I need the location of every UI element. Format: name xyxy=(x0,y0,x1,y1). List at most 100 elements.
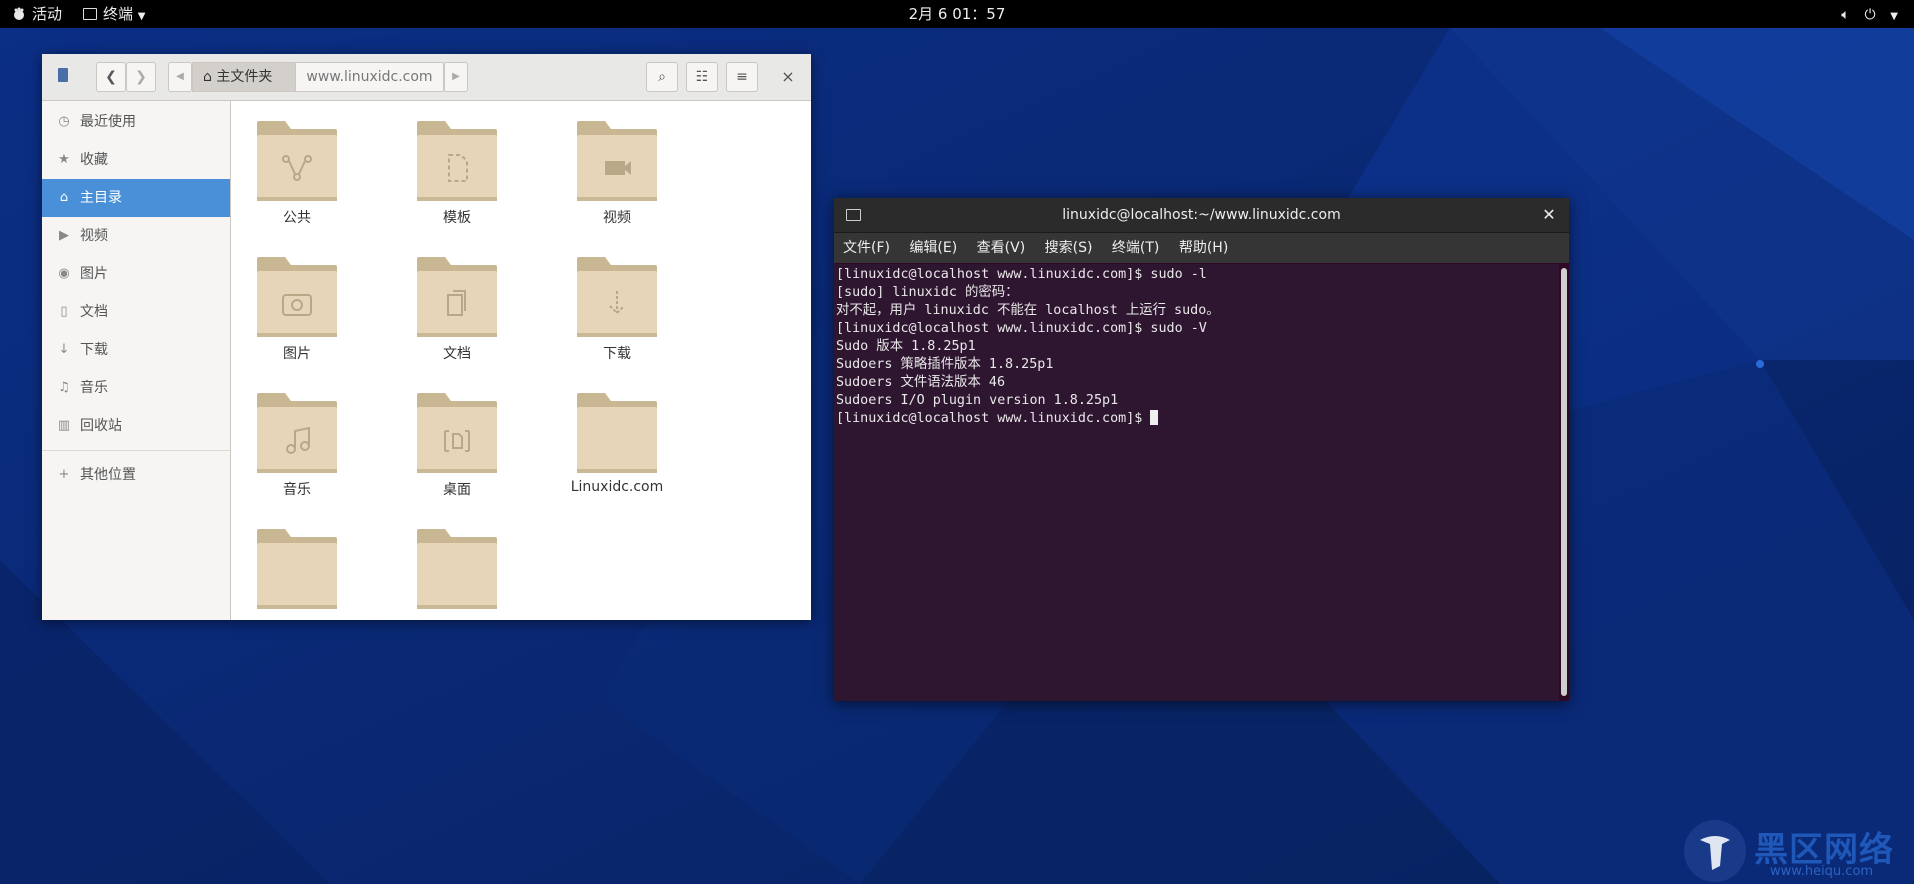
breadcrumb-home[interactable]: ⌂ 主文件夹 xyxy=(192,62,296,92)
sidebar-item-label: 回收站 xyxy=(80,418,122,434)
sidebar-item-label: 视频 xyxy=(80,228,108,244)
folder-icon xyxy=(257,257,337,337)
sidebar-item-video[interactable]: ▶ 视频 xyxy=(42,217,230,255)
sidebar-item-document[interactable]: ▯ 文档 xyxy=(42,293,230,331)
menu-terminal[interactable]: 终端(T) xyxy=(1112,240,1159,256)
search-button[interactable]: ⌕ xyxy=(646,62,678,92)
terminal-output[interactable]: [linuxidc@localhost www.linuxidc.com]$ s… xyxy=(834,264,1559,701)
menu-view[interactable]: 查看(V) xyxy=(977,240,1026,256)
folder-icon xyxy=(417,393,497,473)
folder-label: 模板 xyxy=(443,210,471,226)
watermark-url: www.heiqu.com xyxy=(1770,864,1874,879)
folder-icon xyxy=(257,529,337,609)
terminal-titlebar[interactable]: linuxidc@localhost:~/www.linuxidc.com ✕ xyxy=(834,198,1569,233)
folder-videos[interactable]: 视频 xyxy=(551,105,671,226)
places-sidebar: ◷ 最近使用 ★ 收藏 ⌂ 主目录 ▶ 视频 ◉ 图片 ▯ 文档 ↓ 下载 ♫ 音乐 ▥ 回收站 + 其他位置 xyxy=(42,101,231,620)
sidebar-item-home[interactable]: ⌂ 主目录 xyxy=(42,179,230,217)
file-manager-window: ❮ ❯ ◀ ⌂ 主文件夹 www.linuxidc.com ▶ ⌕ ☷ ≡ × … xyxy=(42,54,811,620)
menu-button[interactable]: ≡ xyxy=(726,62,758,92)
clock[interactable]: 2月 6 01：57 xyxy=(0,0,1914,28)
home-icon: ⌂ xyxy=(59,190,69,205)
folder-label: 图片 xyxy=(283,346,311,362)
sidebar-item-label: 音乐 xyxy=(80,380,108,396)
folder-music[interactable]: 音乐 xyxy=(231,377,351,498)
breadcrumb-sub[interactable]: www.linuxidc.com xyxy=(296,62,444,92)
terminal-scrollbar[interactable] xyxy=(1561,268,1567,696)
folder-label: 桌面 xyxy=(443,482,471,498)
sidebar-item-clock[interactable]: ◷ 最近使用 xyxy=(42,103,230,141)
clock-icon: ◷ xyxy=(58,114,70,129)
terminal-menubar: 文件(F) 编辑(E) 查看(V) 搜索(S) 终端(T) 帮助(H) xyxy=(834,233,1569,263)
watermark: 黑区网络 www.heiqu.com xyxy=(1682,818,1914,884)
sidebar-item-other-places[interactable]: + 其他位置 xyxy=(42,456,230,494)
camera-icon: ◉ xyxy=(58,266,70,281)
sidebar-item-trash[interactable]: ▥ 回收站 xyxy=(42,407,230,445)
folder-downloads[interactable]: 下载 xyxy=(551,241,671,362)
terminal-window: linuxidc@localhost:~/www.linuxidc.com ✕ … xyxy=(834,198,1569,701)
document-icon: ▯ xyxy=(60,304,68,319)
folder-desktop[interactable]: 桌面 xyxy=(391,377,511,498)
sidebar-item-music[interactable]: ♫ 音乐 xyxy=(42,369,230,407)
terminal-prompt: [linuxidc@localhost www.linuxidc.com]$ xyxy=(836,411,1151,426)
trash-icon: ▥ xyxy=(57,418,71,433)
power-icon: ⏻ xyxy=(1864,7,1876,23)
folder-documents[interactable]: 文档 xyxy=(391,241,511,362)
folder-icon xyxy=(417,257,497,337)
folder-public[interactable]: 公共 xyxy=(231,105,351,226)
folder-icon xyxy=(577,121,657,201)
home-icon: ⌂ xyxy=(203,69,217,85)
folder-label: 文档 xyxy=(443,346,471,362)
sidebar-item-label: 最近使用 xyxy=(80,114,136,130)
list-view-icon: ☷ xyxy=(695,69,709,85)
sidebar-item-camera[interactable]: ◉ 图片 xyxy=(42,255,230,293)
sidebar-item-label: 图片 xyxy=(80,266,108,282)
text-cursor xyxy=(1150,410,1159,425)
search-icon: ⌕ xyxy=(658,69,666,85)
folder-label: 音乐 xyxy=(283,482,311,498)
folder-pictures[interactable]: 图片 xyxy=(231,241,351,362)
folder-label: Linuxidc.com xyxy=(570,479,664,495)
folder-label: 视频 xyxy=(603,210,631,226)
sidebar-item-label: 文档 xyxy=(80,304,108,320)
sidebar-item-star[interactable]: ★ 收藏 xyxy=(42,141,230,179)
folder-label: 公共 xyxy=(283,210,311,226)
view-list-button[interactable]: ☷ xyxy=(686,62,718,92)
menu-search[interactable]: 搜索(S) xyxy=(1045,240,1093,256)
top-bar: 活动 终端 ▼ 2月 6 01：57 🔈︎ ⏻ ▼ xyxy=(0,0,1914,28)
folder-label: 下载 xyxy=(603,346,631,362)
folder-unnamed-9[interactable] xyxy=(231,513,351,620)
folder-icon xyxy=(577,393,657,473)
folder-icon xyxy=(417,529,497,609)
path-left-arrow[interactable]: ◀ xyxy=(168,62,192,92)
terminal-line: 对不起，用户 linuxidc 不能在 localhost 上运行 sudo。 xyxy=(836,303,1220,318)
menu-file[interactable]: 文件(F) xyxy=(843,240,890,256)
terminal-line: Sudoers I/O plugin version 1.8.25p1 xyxy=(836,393,1119,408)
path-right-arrow[interactable]: ▶ xyxy=(444,62,468,92)
sidebar-toggle-icon[interactable] xyxy=(58,68,68,82)
watermark-logo xyxy=(1684,820,1746,882)
music-icon: ♫ xyxy=(58,380,70,395)
file-manager-header: ❮ ❯ ◀ ⌂ 主文件夹 www.linuxidc.com ▶ ⌕ ☷ ≡ × xyxy=(42,54,811,101)
video-icon: ▶ xyxy=(59,228,69,243)
forward-button[interactable]: ❯ xyxy=(126,62,156,92)
sidebar-item-label: 其他位置 xyxy=(80,467,136,483)
sidebar-item-download[interactable]: ↓ 下载 xyxy=(42,331,230,369)
terminal-title: linuxidc@localhost:~/www.linuxidc.com xyxy=(1062,207,1341,223)
menu-help[interactable]: 帮助(H) xyxy=(1179,240,1228,256)
close-button[interactable]: × xyxy=(776,62,800,92)
folder-icon xyxy=(417,121,497,201)
hamburger-icon: ≡ xyxy=(736,69,748,85)
folder-linuxidc[interactable]: Linuxidc.com xyxy=(551,377,671,497)
back-button[interactable]: ❮ xyxy=(96,62,126,92)
volume-icon: 🔈︎ xyxy=(1841,7,1850,23)
menu-edit[interactable]: 编辑(E) xyxy=(909,240,957,256)
folder-templates[interactable]: 模板 xyxy=(391,105,511,226)
terminal-line: [sudo] linuxidc 的密码： xyxy=(836,285,1019,300)
system-menu[interactable]: 🔈︎ ⏻ ▼ xyxy=(1831,0,1898,28)
folder-unnamed-10[interactable] xyxy=(391,513,511,620)
folder-icon xyxy=(257,393,337,473)
close-button[interactable]: ✕ xyxy=(1539,198,1559,232)
folder-icon xyxy=(257,121,337,201)
terminal-icon xyxy=(846,209,861,221)
terminal-line: [linuxidc@localhost www.linuxidc.com]$ s… xyxy=(836,321,1207,336)
